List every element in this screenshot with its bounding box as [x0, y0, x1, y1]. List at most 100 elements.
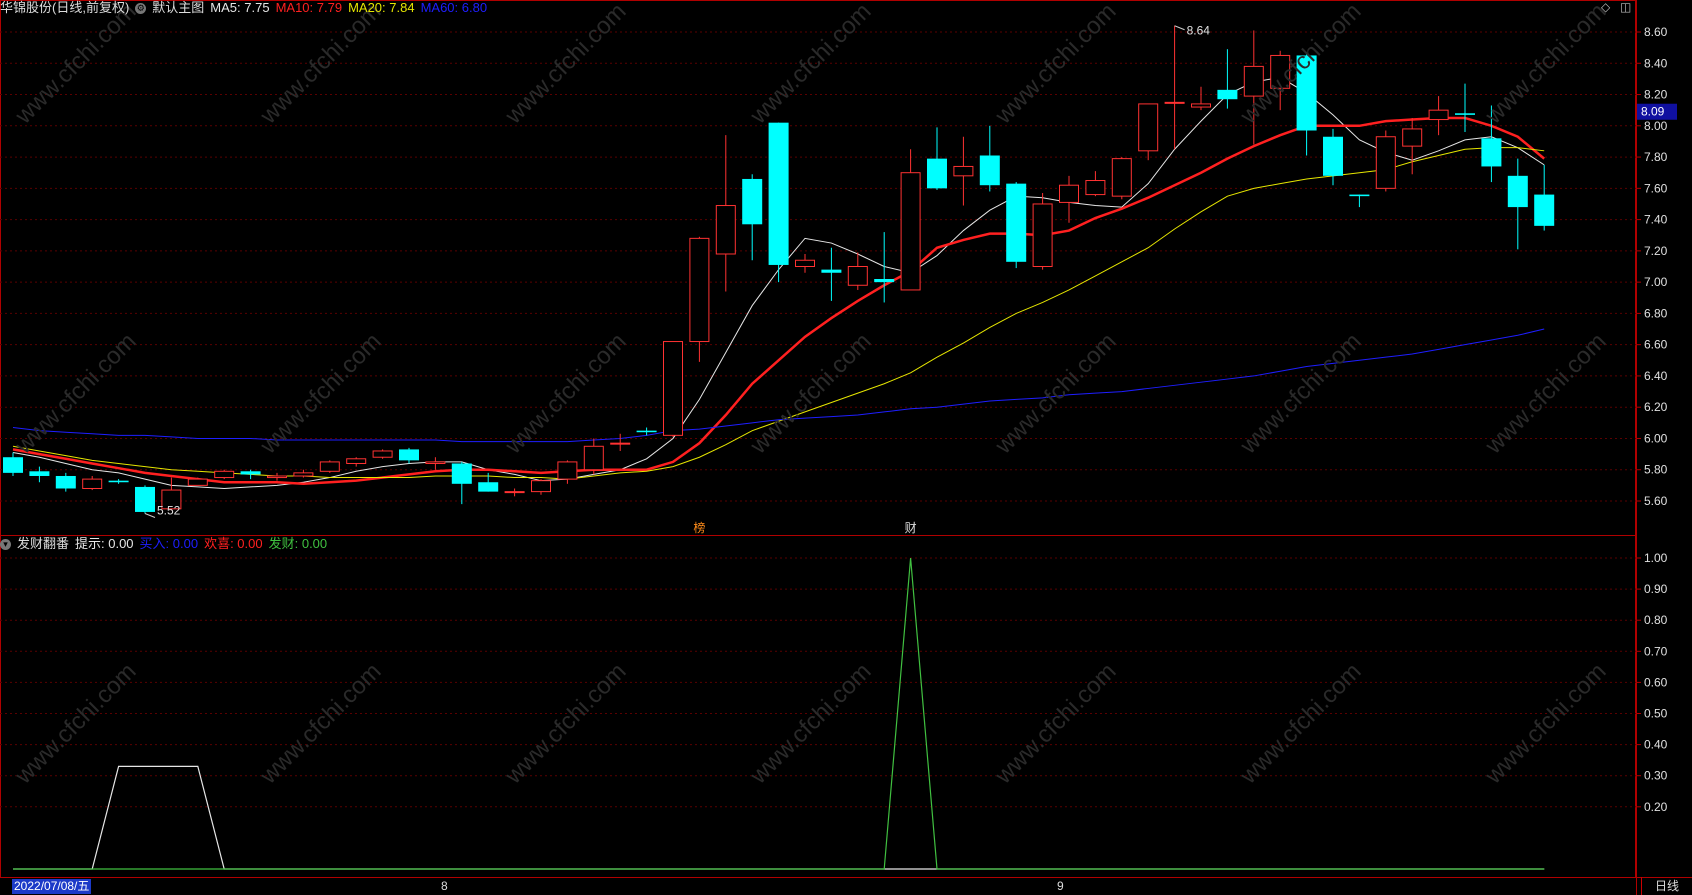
candle-body — [504, 491, 525, 494]
watermark: www.cfchi.com — [499, 328, 631, 460]
candle-body — [1481, 138, 1502, 167]
candle — [1191, 86, 1211, 111]
candle-body — [1455, 113, 1475, 115]
settings-icon[interactable]: ⚙ — [135, 2, 147, 14]
candle — [821, 247, 842, 301]
candle-body — [531, 480, 551, 493]
square-icon[interactable]: ◫ — [1620, 0, 1631, 14]
candle — [715, 135, 736, 292]
candle-body — [583, 445, 604, 471]
candle — [927, 127, 947, 190]
candle — [240, 469, 261, 480]
candle-body — [1059, 184, 1079, 203]
annotation-label: 8.64 — [1187, 24, 1211, 38]
candle — [874, 232, 895, 303]
candle — [1349, 194, 1370, 208]
candle-body — [689, 237, 710, 343]
cursor-date: 2022/07/08/五 — [12, 879, 92, 894]
candle-body — [1085, 180, 1106, 196]
event-marker: 榜 — [693, 520, 705, 535]
indicator-line — [13, 765, 1545, 870]
candle-body — [451, 463, 472, 484]
candle — [451, 461, 472, 505]
candle-body — [1349, 194, 1370, 197]
y-tick-label: 8.20 — [1644, 88, 1668, 102]
candle-body — [1164, 101, 1185, 104]
candle-body — [742, 178, 763, 225]
candle-body — [399, 449, 419, 461]
candle — [742, 174, 763, 261]
watermark: www.cfchi.com — [499, 0, 631, 130]
candle-body — [795, 259, 815, 268]
y-tick-label: 0.90 — [1644, 582, 1668, 596]
watermark: www.cfchi.com — [254, 658, 386, 790]
candle — [900, 149, 921, 291]
candle-body — [1217, 89, 1238, 100]
candle-body — [557, 461, 578, 480]
candle — [1138, 103, 1159, 161]
ma10-value: MA10: 7.79 — [275, 0, 343, 15]
candle-body — [1191, 103, 1211, 108]
candle — [979, 125, 1000, 192]
stock-title[interactable]: 华锦股份(日线,前复权) — [0, 0, 129, 16]
candle-body — [214, 470, 235, 479]
candle-body — [610, 442, 631, 445]
candle — [346, 457, 367, 467]
candle-body — [3, 457, 23, 473]
candle-body — [715, 205, 736, 255]
indicator-name[interactable]: 发财翻番 — [17, 536, 69, 552]
y-tick-label: 7.60 — [1644, 181, 1668, 195]
current-price-label: 8.09 — [1641, 105, 1665, 119]
candle — [1507, 158, 1528, 250]
candle-body — [847, 266, 868, 286]
candle-body — [372, 450, 393, 458]
candle-body — [29, 471, 50, 476]
watermark: www.cfchi.com — [1479, 0, 1611, 130]
collapse-icon[interactable]: ▾ — [0, 538, 11, 550]
candle-body — [135, 486, 155, 512]
candle — [1164, 25, 1185, 150]
y-tick-label: 8.60 — [1644, 25, 1668, 39]
candle — [372, 449, 393, 459]
candle — [1006, 182, 1027, 269]
y-tick-label: 0.40 — [1644, 738, 1668, 752]
candle-body — [1138, 103, 1159, 152]
ma20-value: MA20: 7.84 — [348, 0, 415, 15]
event-marker: 财 — [905, 521, 917, 535]
candle — [29, 466, 50, 483]
candle — [663, 341, 683, 437]
chart-canvas[interactable]: 8.60 8.40 8.20 8.00 7.80 7.60 7.40 7.20 7.00 6.80… — [0, 0, 1692, 895]
watermark: www.cfchi.com — [1479, 328, 1611, 460]
y-tick-label: 7.20 — [1644, 244, 1668, 258]
candle — [108, 479, 129, 484]
candle-body — [108, 480, 129, 483]
candle — [214, 469, 235, 480]
y-tick-label: 5.60 — [1644, 494, 1668, 508]
y-tick-label: 6.40 — [1644, 369, 1668, 383]
y-tick-label: 6.60 — [1644, 338, 1668, 352]
y-tick-label: 7.00 — [1644, 275, 1668, 289]
candle — [319, 460, 340, 473]
annotation-pointer — [144, 513, 156, 518]
y-tick-label: 1.00 — [1644, 551, 1668, 565]
candle — [425, 457, 446, 470]
annotation-pointer — [1174, 25, 1185, 31]
period-tab[interactable]: 日线 — [1641, 877, 1692, 895]
candle — [1085, 171, 1106, 197]
candle-body — [1032, 203, 1053, 267]
chart-name[interactable]: 默认主图 — [152, 0, 204, 16]
candle-body — [927, 158, 947, 189]
candle-body — [1507, 175, 1528, 208]
month-mark-9: 9 — [1057, 879, 1064, 893]
joy-value: 欢喜: 0.00 — [204, 536, 263, 551]
y-tick-label: 0.60 — [1644, 675, 1668, 689]
diamond-icon[interactable]: ◇ — [1601, 0, 1610, 14]
candle — [689, 236, 710, 362]
candle — [557, 460, 578, 484]
y-tick-label: 5.80 — [1644, 463, 1668, 477]
candle-body — [55, 475, 76, 489]
candle-body — [821, 269, 842, 273]
annotation-label: 5.52 — [157, 504, 181, 518]
watermark: www.cfchi.com — [989, 328, 1121, 460]
candle-body — [979, 155, 1000, 186]
